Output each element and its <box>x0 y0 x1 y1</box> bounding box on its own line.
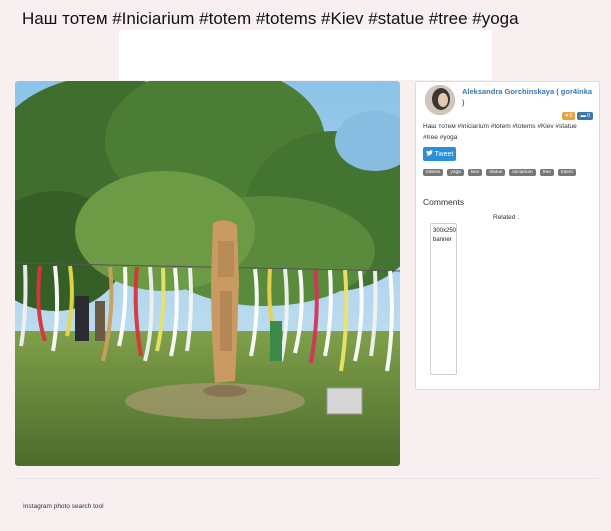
footer-divider <box>15 478 598 479</box>
likes-count: 6 <box>569 113 573 119</box>
user-avatar[interactable] <box>425 85 455 115</box>
ad-banner <box>119 30 492 80</box>
tweet-button[interactable]: Tweet <box>423 147 456 161</box>
comments-count: 0 <box>586 113 590 119</box>
post-photo[interactable] <box>15 81 400 466</box>
comment-icon: ▬ <box>580 113 586 119</box>
tag-chip[interactable]: tree <box>539 169 554 176</box>
heart-icon: ♥ <box>565 113 569 119</box>
related-label: Related : <box>493 214 520 221</box>
tag-chip[interactable]: iniciarium <box>509 169 536 176</box>
tag-chip[interactable]: kiev <box>467 169 483 176</box>
tag-chip[interactable]: statue <box>486 169 506 176</box>
footer-text: Instagram photo search tool <box>23 503 104 510</box>
totem-photo-image <box>15 81 400 466</box>
likes-badge: ♥ 6 <box>562 112 576 120</box>
ad-slot-300x250: 300x250 banner <box>430 223 457 375</box>
twitter-bird-icon <box>425 150 433 158</box>
post-stats: ♥ 6 ▬ 0 <box>562 112 593 120</box>
avatar-image <box>425 85 455 115</box>
tag-list: totems yoga kiev statue iniciarium tree … <box>423 169 591 176</box>
comments-heading: Comments <box>423 197 465 207</box>
post-caption: Наш тотем #Iniciarium #totem #totems #Ki… <box>423 123 577 141</box>
page-title: Наш тотем #Iniciarium #totem #totems #Ki… <box>22 9 519 28</box>
tag-chip[interactable]: totems <box>423 169 444 176</box>
username-link[interactable]: Aleksandra Gorchinskaya ( gor4inka ) <box>462 86 594 108</box>
post-details-panel: Aleksandra Gorchinskaya ( gor4inka ) ♥ 6… <box>415 81 600 390</box>
tweet-label: Tweet <box>434 150 454 158</box>
tag-chip[interactable]: totem <box>557 169 576 176</box>
comments-badge: ▬ 0 <box>577 112 593 120</box>
tag-chip[interactable]: yoga <box>447 169 464 176</box>
